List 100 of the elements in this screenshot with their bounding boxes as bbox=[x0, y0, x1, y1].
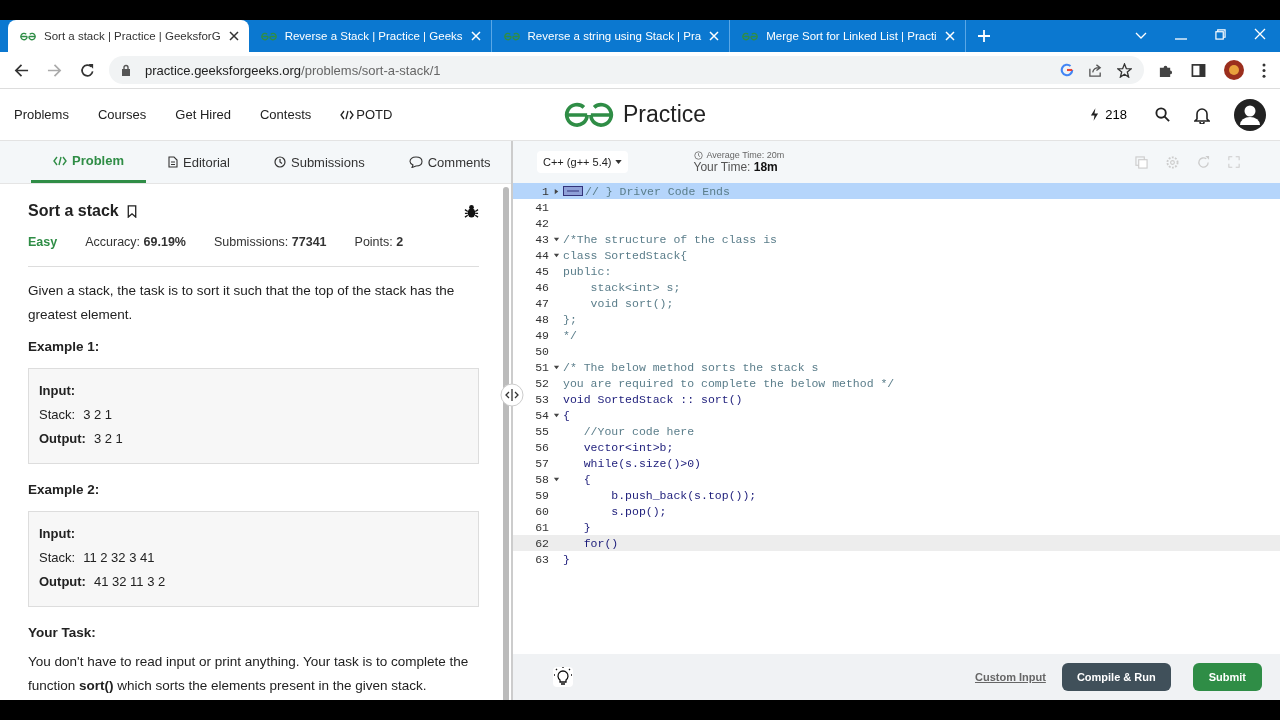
lightning-icon bbox=[1090, 108, 1100, 121]
back-icon[interactable] bbox=[14, 62, 29, 78]
code-line: void sort(); bbox=[589, 296, 674, 310]
code-line: */ bbox=[563, 328, 577, 342]
example-label: Output: bbox=[39, 430, 86, 448]
nav-link[interactable]: POTD bbox=[340, 107, 393, 122]
fold-arrow-icon[interactable] bbox=[552, 475, 560, 483]
nav-link[interactable]: Get Hired bbox=[175, 107, 231, 122]
code-line: void SortedStack :: sort() bbox=[563, 392, 743, 406]
fold-arrow-icon[interactable] bbox=[552, 363, 560, 371]
address-bar[interactable]: practice.geeksforgeeks.org/problems/sort-a-stack/1 bbox=[109, 56, 1144, 84]
browser-tab[interactable]: Reverse a Stack | Practice | Geeks bbox=[248, 20, 492, 52]
task-heading: Your Task: bbox=[28, 625, 97, 640]
logo-text: Practice bbox=[623, 101, 707, 128]
example-label: Input: bbox=[39, 382, 76, 400]
problem-stat: Accuracy: 69.19% bbox=[85, 235, 186, 249]
bookmark-icon[interactable] bbox=[126, 204, 137, 218]
nav-link[interactable]: Courses bbox=[97, 107, 147, 122]
example-value: 41 32 11 3 2 bbox=[93, 573, 166, 591]
clock-icon bbox=[274, 156, 286, 168]
problem-tab[interactable]: Editorial bbox=[146, 141, 252, 183]
submit-button[interactable]: Submit bbox=[1192, 663, 1262, 691]
example-label: Stack: bbox=[39, 406, 76, 424]
problem-stat: Points: 2 bbox=[354, 235, 404, 249]
bug-icon[interactable] bbox=[464, 203, 479, 219]
code-line: /*The structure of the class is bbox=[563, 232, 777, 246]
code-line: stack<int> s; bbox=[589, 280, 681, 294]
code-line: /* The below method sorts the stack s bbox=[563, 360, 819, 374]
code-line: //Your code here bbox=[582, 424, 695, 438]
browser-tab[interactable]: Merge Sort for Linked List | Practi bbox=[730, 20, 966, 52]
resize-handle[interactable] bbox=[500, 383, 524, 407]
bell-icon[interactable] bbox=[1194, 105, 1210, 124]
example-value: 11 2 32 3 41 bbox=[83, 549, 155, 567]
code-line: public: bbox=[563, 264, 612, 278]
language-dropdown[interactable]: C++ (g++ 5.4) bbox=[537, 151, 628, 173]
code-line: b.push_back(s.top()); bbox=[610, 488, 757, 502]
fold-widget-icon[interactable] bbox=[563, 186, 583, 196]
streak-count: 218 bbox=[1105, 107, 1127, 122]
profile-avatar-icon[interactable] bbox=[1224, 60, 1244, 80]
code-line: s.pop(); bbox=[610, 504, 667, 518]
star-icon[interactable] bbox=[1117, 62, 1132, 78]
problem-tab[interactable]: Submissions bbox=[252, 141, 387, 183]
problem-description: Given a stack, the task is to sort it such that the top of the stack has the greatest element. bbox=[28, 282, 456, 324]
google-icon[interactable] bbox=[1060, 63, 1074, 77]
site-logo-icon bbox=[503, 31, 520, 41]
custom-input-link[interactable]: Custom Input bbox=[975, 671, 1046, 683]
chevron-down-icon[interactable] bbox=[1135, 32, 1147, 40]
average-time: Average Time: 20m bbox=[706, 150, 785, 160]
site-logo-icon bbox=[20, 31, 36, 41]
your-time-label: Your Time: bbox=[693, 160, 751, 174]
nav-link[interactable]: Contests bbox=[260, 107, 312, 122]
restore-icon[interactable] bbox=[1215, 29, 1226, 40]
user-avatar-icon[interactable] bbox=[1234, 98, 1266, 131]
task-description: You don't have to read input or print anything. Your task is to complete the function sort() which sorts the elements present in the given stack. bbox=[28, 653, 470, 695]
nav-link[interactable]: Problems bbox=[14, 107, 69, 122]
comment-icon bbox=[408, 156, 423, 168]
example-value: 3 2 1 bbox=[93, 430, 123, 448]
sidebar-icon[interactable] bbox=[1191, 62, 1206, 78]
share-icon[interactable] bbox=[1088, 62, 1103, 78]
caret-icon bbox=[614, 160, 622, 164]
problem-tab[interactable]: Comments bbox=[386, 141, 511, 183]
code-line: vector<int>b; bbox=[582, 440, 674, 454]
code-icon bbox=[53, 155, 67, 166]
clock-icon bbox=[693, 150, 703, 160]
example-heading: Example 1: bbox=[28, 339, 101, 354]
code-line: // } Driver Code Ends bbox=[585, 184, 730, 198]
code-line: } bbox=[582, 520, 591, 534]
site-logo-icon bbox=[742, 31, 759, 41]
example-label: Input: bbox=[39, 525, 76, 543]
difficulty-label: Easy bbox=[28, 235, 58, 249]
new-tab-icon[interactable] bbox=[977, 30, 990, 42]
compile-run-button[interactable]: Compile & Run bbox=[1061, 663, 1171, 691]
reload-icon[interactable] bbox=[80, 62, 95, 78]
logo-icon bbox=[563, 101, 615, 128]
example-label: Output: bbox=[39, 573, 86, 591]
more-icon[interactable] bbox=[1262, 62, 1266, 78]
code-line: you are required to complete the below method */ bbox=[563, 376, 895, 390]
problem-stat: Submissions: 77341 bbox=[213, 235, 327, 249]
code-line: } bbox=[563, 552, 570, 566]
fold-arrow-icon[interactable] bbox=[552, 411, 560, 419]
example-label: Stack: bbox=[39, 549, 76, 567]
code-line: { bbox=[582, 472, 591, 486]
url-text: practice.geeksforgeeks.org/problems/sort-a-stack/1 bbox=[145, 62, 441, 78]
code-line: for() bbox=[582, 536, 619, 550]
tab-title: Reverse a string using Stack | Pra bbox=[527, 30, 702, 42]
code-line: }; bbox=[563, 312, 577, 326]
browser-tab[interactable]: Sort a stack | Practice | GeeksforG bbox=[8, 20, 249, 52]
problem-title: Sort a stack bbox=[28, 202, 119, 220]
problem-tab[interactable]: Problem bbox=[31, 141, 146, 183]
your-time-value: 18m bbox=[753, 160, 778, 174]
lightbulb-icon[interactable] bbox=[553, 667, 573, 687]
code-icon bbox=[340, 109, 355, 120]
close-icon[interactable] bbox=[228, 31, 239, 41]
example-value: 3 2 1 bbox=[83, 406, 113, 424]
tab-title: Merge Sort for Linked List | Practi bbox=[766, 30, 937, 42]
fold-arrow-icon[interactable] bbox=[552, 187, 560, 195]
example-heading: Example 2: bbox=[28, 482, 101, 497]
search-icon[interactable] bbox=[1155, 107, 1170, 122]
code-line: class SortedStack{ bbox=[563, 248, 688, 262]
browser-tab[interactable]: Reverse a string using Stack | Pra bbox=[491, 20, 731, 52]
